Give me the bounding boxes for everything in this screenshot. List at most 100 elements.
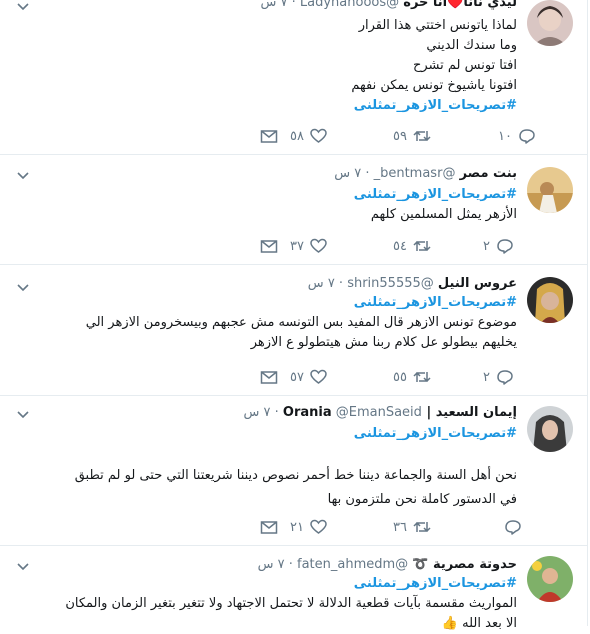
retweet-button[interactable]: ٥٤ — [393, 236, 431, 256]
handle[interactable]: @bentmasr_ — [374, 166, 456, 181]
chevron-down-icon[interactable] — [16, 283, 30, 293]
like-count: ٢١ — [290, 519, 304, 535]
display-name[interactable]: عروس النيل — [438, 276, 517, 291]
retweet-button[interactable]: ٣٦ — [393, 517, 431, 537]
envelope-icon — [260, 130, 278, 143]
dm-button[interactable] — [260, 367, 278, 387]
tweet-line: موضوع تونس الازهر قال المفيد بس التونسه … — [85, 315, 517, 330]
tweet-line: الا بعد الله 👍 — [441, 616, 517, 631]
tweet-header: حدوتة مصرية ➰ @faten_ahmedm · ٧ س — [40, 556, 517, 574]
retweet-icon — [413, 130, 431, 142]
avatar[interactable] — [527, 406, 573, 452]
tweet-line: يخليهم بيطولو عل كلام ربنا مش هيتطولو ع … — [250, 335, 517, 350]
reply-button[interactable] — [498, 517, 522, 537]
dm-button[interactable] — [260, 517, 278, 537]
tweet-text: #تصريحات_الازهر_تمثلنى موضوع تونس الازهر… — [26, 293, 517, 353]
envelope-icon — [260, 240, 278, 253]
heart-icon — [310, 238, 327, 253]
retweet-count: ٥٥ — [393, 369, 407, 385]
reply-icon — [519, 129, 535, 144]
tweet[interactable]: ليدي نانا♥️انا حره @Ladynanooos · ٧ س لم… — [0, 0, 588, 155]
tweet-header: إيمان السعيد | Orania @EmanSaeid · ٧ س — [40, 404, 517, 422]
display-name[interactable]: حدوتة مصرية ➰ — [412, 557, 517, 572]
timestamp-value: ٧ س — [257, 557, 285, 572]
envelope-icon — [260, 371, 278, 384]
handle[interactable]: @EmanSaeid — [336, 405, 422, 420]
retweet-icon — [413, 371, 431, 383]
reply-button[interactable]: ٢ — [483, 367, 514, 387]
reply-button[interactable]: ٢ — [483, 236, 514, 256]
chevron-down-icon[interactable] — [16, 2, 30, 12]
display-name[interactable]: ليدي نانا♥️انا حره — [403, 0, 517, 10]
like-button[interactable]: ٥٧ — [290, 367, 327, 387]
like-count: ٥٨ — [290, 128, 304, 144]
tweet[interactable]: إيمان السعيد | Orania @EmanSaeid · ٧ س #… — [0, 396, 588, 546]
like-count: ٣٧ — [290, 238, 304, 254]
avatar[interactable] — [527, 277, 573, 323]
heart-icon — [310, 369, 327, 384]
chevron-down-icon[interactable] — [16, 410, 30, 420]
heart-icon — [310, 128, 327, 143]
tweet[interactable]: عروس النيل @shrin55555 · ٧ س #تصريحات_ال… — [0, 265, 588, 396]
tweet-actions: ٣٦ ٢١ — [258, 517, 523, 537]
avatar[interactable] — [527, 0, 573, 46]
tweet-actions: ٢ ٥٤ ٣٧ — [258, 236, 523, 256]
tweet-header: بنت مصر @bentmasr_ · ٧ س — [40, 165, 517, 183]
timestamp[interactable]: · ٧ س — [260, 0, 295, 10]
retweet-count: ٥٤ — [393, 238, 407, 254]
tweet-text: #تصريحات_الازهر_تمثلنى نحن أهل السنة وال… — [26, 424, 517, 512]
timestamp[interactable]: · ٧ س — [334, 166, 369, 181]
reply-button[interactable]: ١٠ — [498, 126, 536, 146]
chevron-down-icon[interactable] — [16, 562, 30, 572]
avatar[interactable] — [527, 167, 573, 213]
retweet-count: ٣٦ — [393, 519, 407, 535]
timestamp-value: ٧ س — [260, 0, 288, 10]
tweet-line: وما سندك الديني — [426, 38, 517, 53]
tweet-header: عروس النيل @shrin55555 · ٧ س — [40, 275, 517, 293]
tweet-header: ليدي نانا♥️انا حره @Ladynanooos · ٧ س — [40, 0, 517, 12]
tweet-text: #تصريحات_الازهر_تمثلنى الأزهر يمثل المسل… — [26, 185, 517, 225]
retweet-icon — [413, 521, 431, 533]
hashtag-link[interactable]: #تصريحات_الازهر_تمثلنى — [26, 96, 517, 116]
tweet-text: لماذا ياتونس اختتي هذا القرار وما سندك ا… — [26, 16, 517, 116]
reply-count: ٢ — [483, 238, 490, 254]
tweet-actions: ٢ ٥٥ ٥٧ — [258, 367, 523, 387]
avatar[interactable] — [527, 556, 573, 602]
reply-icon — [497, 370, 513, 385]
tweet-line: الأزهر يمثل المسلمين كلهم — [370, 207, 517, 222]
handle[interactable]: @faten_ahmedm — [297, 557, 408, 572]
heart-icon — [310, 519, 327, 534]
retweet-button[interactable]: ٥٩ — [393, 126, 431, 146]
like-count: ٥٧ — [290, 369, 304, 385]
timestamp-value: ٧ س — [307, 276, 335, 291]
timestamp[interactable]: · ٧ س — [243, 405, 278, 420]
like-button[interactable]: ٢١ — [290, 517, 327, 537]
hashtag-link[interactable]: #تصريحات_الازهر_تمثلنى — [26, 424, 517, 444]
hashtag-link[interactable]: #تصريحات_الازهر_تمثلنى — [26, 185, 517, 205]
timestamp-value: ٧ س — [334, 166, 362, 181]
display-name[interactable]: بنت مصر — [460, 166, 517, 181]
tweet-text: #تصريحات_الازهر_تمثلنى المواريث مقسمة بآ… — [26, 574, 517, 634]
chevron-down-icon[interactable] — [16, 171, 30, 181]
timestamp[interactable]: · ٧ س — [258, 557, 293, 572]
timestamp[interactable]: · ٧ س — [308, 276, 343, 291]
like-button[interactable]: ٥٨ — [290, 126, 327, 146]
retweet-button[interactable]: ٥٥ — [393, 367, 431, 387]
envelope-icon — [260, 521, 278, 534]
tweet-line: في الدستور كاملة نحن ملتزمون بها — [327, 492, 517, 507]
like-button[interactable]: ٣٧ — [290, 236, 327, 256]
dm-button[interactable] — [260, 126, 278, 146]
reply-icon — [497, 239, 513, 254]
tweet-line: افتونا ياشيوخ تونس يمكن نفهم — [351, 78, 517, 93]
tweet[interactable]: حدوتة مصرية ➰ @faten_ahmedm · ٧ س #تصريح… — [0, 546, 588, 631]
timestamp-value: ٧ س — [243, 405, 271, 420]
hashtag-link[interactable]: #تصريحات_الازهر_تمثلنى — [26, 574, 517, 594]
hashtag-link[interactable]: #تصريحات_الازهر_تمثلنى — [26, 293, 517, 313]
tweet-line: نحن أهل السنة والجماعة ديننا خط أحمر نصو… — [74, 468, 517, 483]
handle[interactable]: @shrin55555 — [347, 276, 434, 291]
handle[interactable]: @Ladynanooos — [300, 0, 399, 10]
retweet-count: ٥٩ — [393, 128, 407, 144]
tweet[interactable]: بنت مصر @bentmasr_ · ٧ س #تصريحات_الازهر… — [0, 155, 588, 265]
dm-button[interactable] — [260, 236, 278, 256]
